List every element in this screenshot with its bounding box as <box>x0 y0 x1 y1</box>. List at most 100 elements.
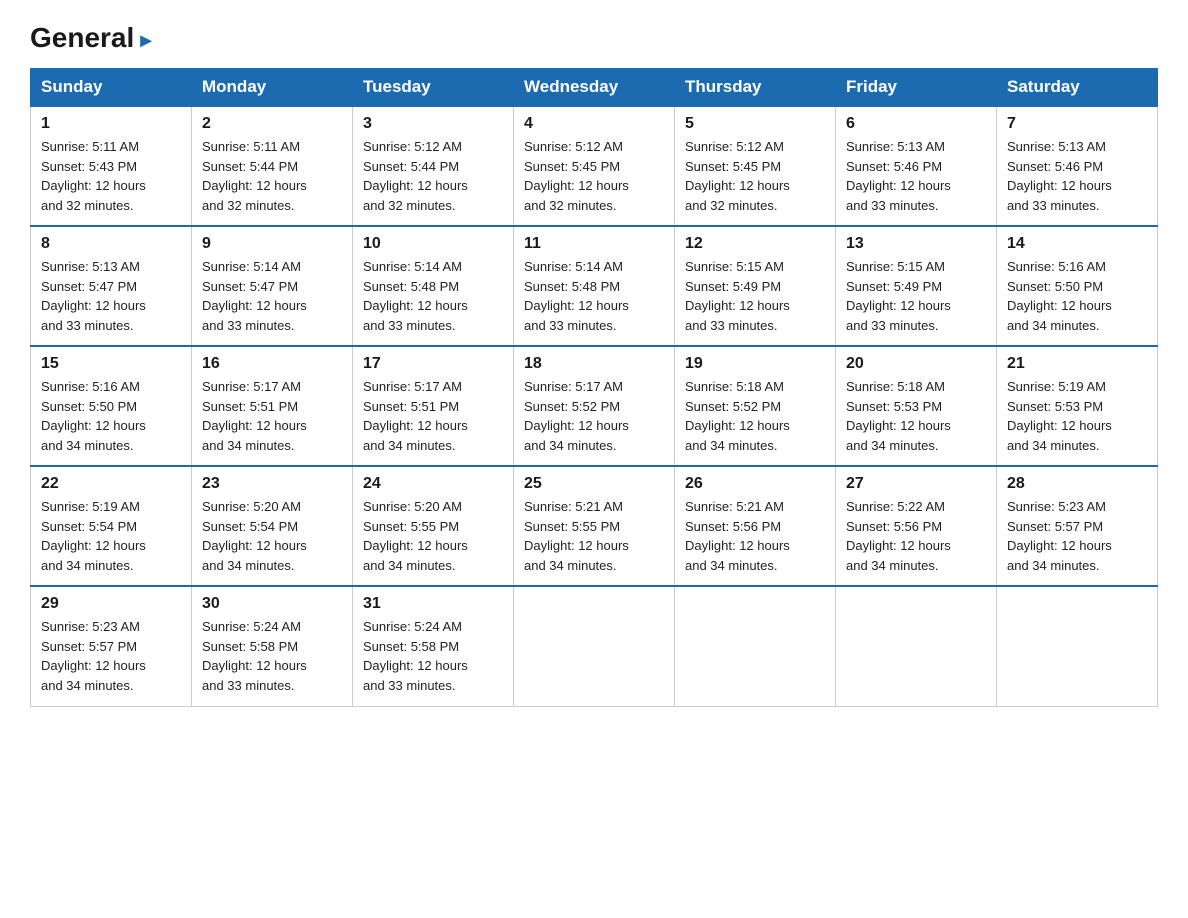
calendar-day-cell: 5Sunrise: 5:12 AMSunset: 5:45 PMDaylight… <box>675 106 836 226</box>
day-number: 29 <box>41 595 181 613</box>
day-number: 4 <box>524 115 664 133</box>
day-info: Sunrise: 5:18 AMSunset: 5:52 PMDaylight:… <box>685 377 825 455</box>
day-number: 16 <box>202 355 342 373</box>
day-info: Sunrise: 5:16 AMSunset: 5:50 PMDaylight:… <box>41 377 181 455</box>
col-saturday: Saturday <box>997 69 1158 107</box>
day-number: 17 <box>363 355 503 373</box>
day-info: Sunrise: 5:13 AMSunset: 5:47 PMDaylight:… <box>41 257 181 335</box>
calendar-day-cell: 27 Sunrise: 5:22 AMSunset: 5:56 PMDayligh… <box>836 466 997 586</box>
calendar-day-cell <box>675 586 836 706</box>
day-number: 9 <box>202 235 342 253</box>
day-info: Sunrise: 5:13 AMSunset: 5:46 PMDaylight:… <box>846 137 986 215</box>
calendar-day-cell: 15 Sunrise: 5:16 AMSunset: 5:50 PMDayligh… <box>31 346 192 466</box>
day-info: Sunrise: 5:21 AMSunset: 5:56 PMDaylight:… <box>685 497 825 575</box>
day-number: 6 <box>846 115 986 133</box>
day-info: Sunrise: 5:24 AMSunset: 5:58 PMDaylight:… <box>202 617 342 695</box>
calendar-day-cell <box>997 586 1158 706</box>
day-info: Sunrise: 5:18 AMSunset: 5:53 PMDaylight:… <box>846 377 986 455</box>
day-number: 22 <box>41 475 181 493</box>
day-info: Sunrise: 5:23 AMSunset: 5:57 PMDaylight:… <box>41 617 181 695</box>
calendar-day-cell: 6 Sunrise: 5:13 AMSunset: 5:46 PMDaylight… <box>836 106 997 226</box>
col-friday: Friday <box>836 69 997 107</box>
calendar-day-cell: 9 Sunrise: 5:14 AMSunset: 5:47 PMDaylight… <box>192 226 353 346</box>
day-number: 27 <box>846 475 986 493</box>
col-thursday: Thursday <box>675 69 836 107</box>
calendar-day-cell: 10 Sunrise: 5:14 AMSunset: 5:48 PMDayligh… <box>353 226 514 346</box>
day-number: 28 <box>1007 475 1147 493</box>
col-wednesday: Wednesday <box>514 69 675 107</box>
day-number: 1 <box>41 115 181 133</box>
day-info: Sunrise: 5:14 AMSunset: 5:47 PMDaylight:… <box>202 257 342 335</box>
day-number: 19 <box>685 355 825 373</box>
logo-top: General► <box>30 24 156 52</box>
day-number: 8 <box>41 235 181 253</box>
calendar-header-row: Sunday Monday Tuesday Wednesday Thursday… <box>31 69 1158 107</box>
logo-arrow: ► <box>136 30 156 52</box>
day-number: 23 <box>202 475 342 493</box>
day-number: 18 <box>524 355 664 373</box>
calendar-day-cell: 20Sunrise: 5:18 AMSunset: 5:53 PMDayligh… <box>836 346 997 466</box>
day-info: Sunrise: 5:15 AMSunset: 5:49 PMDaylight:… <box>846 257 986 335</box>
day-info: Sunrise: 5:23 AMSunset: 5:57 PMDaylight:… <box>1007 497 1147 575</box>
day-number: 30 <box>202 595 342 613</box>
day-info: Sunrise: 5:13 AMSunset: 5:46 PMDaylight:… <box>1007 137 1147 215</box>
day-info: Sunrise: 5:16 AMSunset: 5:50 PMDaylight:… <box>1007 257 1147 335</box>
logo-general: General <box>30 22 134 53</box>
calendar-day-cell: 17 Sunrise: 5:17 AMSunset: 5:51 PMDayligh… <box>353 346 514 466</box>
day-number: 14 <box>1007 235 1147 253</box>
calendar-day-cell: 13 Sunrise: 5:15 AMSunset: 5:49 PMDayligh… <box>836 226 997 346</box>
day-info: Sunrise: 5:19 AMSunset: 5:54 PMDaylight:… <box>41 497 181 575</box>
calendar-day-cell: 28 Sunrise: 5:23 AMSunset: 5:57 PMDayligh… <box>997 466 1158 586</box>
day-info: Sunrise: 5:17 AMSunset: 5:51 PMDaylight:… <box>363 377 503 455</box>
day-info: Sunrise: 5:17 AMSunset: 5:52 PMDaylight:… <box>524 377 664 455</box>
calendar-week-row: 1 Sunrise: 5:11 AMSunset: 5:43 PMDaylight… <box>31 106 1158 226</box>
calendar-day-cell: 4 Sunrise: 5:12 AMSunset: 5:45 PMDaylight… <box>514 106 675 226</box>
day-number: 31 <box>363 595 503 613</box>
page-header: General► <box>30 24 1158 50</box>
calendar-day-cell: 19 Sunrise: 5:18 AMSunset: 5:52 PMDayligh… <box>675 346 836 466</box>
day-number: 2 <box>202 115 342 133</box>
day-info: Sunrise: 5:20 AMSunset: 5:55 PMDaylight:… <box>363 497 503 575</box>
day-info: Sunrise: 5:21 AMSunset: 5:55 PMDaylight:… <box>524 497 664 575</box>
calendar-day-cell: 16 Sunrise: 5:17 AMSunset: 5:51 PMDayligh… <box>192 346 353 466</box>
calendar-day-cell: 21Sunrise: 5:19 AMSunset: 5:53 PMDayligh… <box>997 346 1158 466</box>
calendar-day-cell: 11Sunrise: 5:14 AMSunset: 5:48 PMDayligh… <box>514 226 675 346</box>
calendar-week-row: 29 Sunrise: 5:23 AMSunset: 5:57 PMDayligh… <box>31 586 1158 706</box>
calendar-day-cell: 3 Sunrise: 5:12 AMSunset: 5:44 PMDaylight… <box>353 106 514 226</box>
col-monday: Monday <box>192 69 353 107</box>
calendar-day-cell: 31Sunrise: 5:24 AMSunset: 5:58 PMDayligh… <box>353 586 514 706</box>
calendar-day-cell: 2Sunrise: 5:11 AMSunset: 5:44 PMDaylight… <box>192 106 353 226</box>
logo: General► <box>30 24 156 50</box>
calendar-day-cell <box>836 586 997 706</box>
col-sunday: Sunday <box>31 69 192 107</box>
col-tuesday: Tuesday <box>353 69 514 107</box>
calendar-day-cell: 30 Sunrise: 5:24 AMSunset: 5:58 PMDayligh… <box>192 586 353 706</box>
day-info: Sunrise: 5:22 AMSunset: 5:56 PMDaylight:… <box>846 497 986 575</box>
day-number: 11 <box>524 235 664 253</box>
day-info: Sunrise: 5:17 AMSunset: 5:51 PMDaylight:… <box>202 377 342 455</box>
day-number: 3 <box>363 115 503 133</box>
calendar-week-row: 15 Sunrise: 5:16 AMSunset: 5:50 PMDayligh… <box>31 346 1158 466</box>
calendar-day-cell: 14 Sunrise: 5:16 AMSunset: 5:50 PMDayligh… <box>997 226 1158 346</box>
calendar-day-cell: 22 Sunrise: 5:19 AMSunset: 5:54 PMDayligh… <box>31 466 192 586</box>
calendar-day-cell: 7 Sunrise: 5:13 AMSunset: 5:46 PMDaylight… <box>997 106 1158 226</box>
calendar-week-row: 8 Sunrise: 5:13 AMSunset: 5:47 PMDaylight… <box>31 226 1158 346</box>
calendar-day-cell: 12Sunrise: 5:15 AMSunset: 5:49 PMDayligh… <box>675 226 836 346</box>
calendar-day-cell: 26Sunrise: 5:21 AMSunset: 5:56 PMDayligh… <box>675 466 836 586</box>
calendar-day-cell: 29 Sunrise: 5:23 AMSunset: 5:57 PMDayligh… <box>31 586 192 706</box>
calendar-week-row: 22 Sunrise: 5:19 AMSunset: 5:54 PMDayligh… <box>31 466 1158 586</box>
day-info: Sunrise: 5:12 AMSunset: 5:45 PMDaylight:… <box>524 137 664 215</box>
calendar-day-cell: 23Sunrise: 5:20 AMSunset: 5:54 PMDayligh… <box>192 466 353 586</box>
day-number: 13 <box>846 235 986 253</box>
day-info: Sunrise: 5:11 AMSunset: 5:43 PMDaylight:… <box>41 137 181 215</box>
day-number: 7 <box>1007 115 1147 133</box>
day-number: 12 <box>685 235 825 253</box>
day-info: Sunrise: 5:14 AMSunset: 5:48 PMDaylight:… <box>363 257 503 335</box>
day-number: 15 <box>41 355 181 373</box>
day-number: 21 <box>1007 355 1147 373</box>
day-number: 24 <box>363 475 503 493</box>
calendar-day-cell: 1 Sunrise: 5:11 AMSunset: 5:43 PMDaylight… <box>31 106 192 226</box>
calendar-day-cell: 8 Sunrise: 5:13 AMSunset: 5:47 PMDaylight… <box>31 226 192 346</box>
day-info: Sunrise: 5:12 AMSunset: 5:44 PMDaylight:… <box>363 137 503 215</box>
day-number: 10 <box>363 235 503 253</box>
